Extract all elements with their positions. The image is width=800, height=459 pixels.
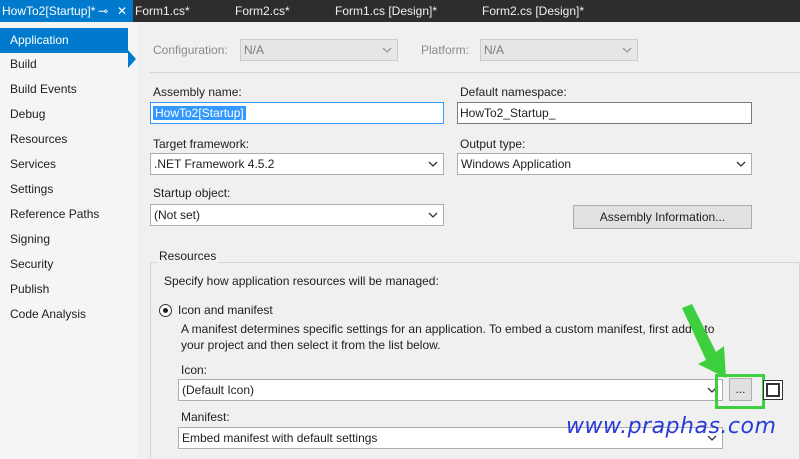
sidebar-item-resources[interactable]: Resources bbox=[0, 127, 137, 152]
sidebar: Application Build Build Events Debug Res… bbox=[0, 22, 137, 459]
sidebar-item-reference-paths[interactable]: Reference Paths bbox=[0, 202, 137, 227]
target-framework-value: .NET Framework 4.5.2 bbox=[154, 157, 275, 171]
assembly-name-input[interactable]: HowTo2[Startup] bbox=[150, 102, 444, 124]
pin-icon[interactable]: ⊸ bbox=[98, 0, 108, 22]
assembly-name-label: Assembly name: bbox=[153, 85, 242, 99]
icon-and-manifest-radio[interactable] bbox=[159, 304, 172, 317]
close-icon[interactable]: ✕ bbox=[117, 0, 127, 22]
startup-object-value: (Not set) bbox=[154, 208, 201, 222]
tab-project-properties[interactable]: HowTo2[Startup]* bbox=[0, 0, 133, 22]
sidebar-item-debug[interactable]: Debug bbox=[0, 102, 137, 127]
application-icon bbox=[766, 383, 780, 397]
default-namespace-input[interactable]: HowTo2_Startup_ bbox=[457, 102, 752, 124]
target-framework-label: Target framework: bbox=[153, 137, 250, 151]
icon-label: Icon: bbox=[181, 363, 208, 377]
assembly-information-button[interactable]: Assembly Information... bbox=[573, 205, 752, 229]
output-type-label: Output type: bbox=[460, 137, 526, 151]
chevron-down-icon bbox=[736, 161, 746, 167]
green-arrow-icon bbox=[682, 304, 726, 378]
platform-dropdown[interactable]: N/A bbox=[480, 39, 638, 61]
icon-value: (Default Icon) bbox=[182, 383, 255, 397]
platform-value: N/A bbox=[484, 43, 505, 57]
chevron-down-icon bbox=[428, 161, 438, 167]
sidebar-item-settings[interactable]: Settings bbox=[0, 177, 137, 202]
manifest-help-line2: your project and then select it from the… bbox=[181, 338, 441, 352]
resources-description: Specify how application resources will b… bbox=[164, 274, 439, 288]
tab-label: Form1.cs [Design]* bbox=[335, 4, 438, 18]
sidebar-item-services[interactable]: Services bbox=[0, 152, 137, 177]
watermark: www.praphas.com bbox=[566, 414, 777, 439]
manifest-help-line1: A manifest determines specific settings … bbox=[181, 322, 715, 336]
output-type-value: Windows Application bbox=[461, 157, 572, 171]
sidebar-item-build[interactable]: Build bbox=[0, 52, 137, 77]
manifest-label: Manifest: bbox=[181, 410, 230, 424]
icon-dropdown[interactable]: (Default Icon) bbox=[178, 379, 723, 401]
default-namespace-label: Default namespace: bbox=[460, 85, 567, 99]
sidebar-item-security[interactable]: Security bbox=[0, 252, 137, 277]
configuration-value: N/A bbox=[244, 43, 265, 57]
sidebar-item-application[interactable]: Application bbox=[0, 28, 128, 53]
chevron-down-icon bbox=[382, 47, 392, 53]
target-framework-dropdown[interactable]: .NET Framework 4.5.2 bbox=[150, 153, 444, 175]
application-properties-panel: Configuration: N/A Platform: N/A Assembl… bbox=[137, 22, 800, 459]
startup-object-label: Startup object: bbox=[153, 186, 231, 200]
chevron-down-icon bbox=[622, 47, 632, 53]
sidebar-item-publish[interactable]: Publish bbox=[0, 277, 137, 302]
configuration-label: Configuration: bbox=[153, 43, 228, 57]
document-tab-bar: HowTo2[Startup]* ⊸ ✕ Form1.cs* Form2.cs*… bbox=[0, 0, 800, 22]
tab-form1-cs[interactable]: Form1.cs* bbox=[135, 0, 190, 22]
default-namespace-value: HowTo2_Startup_ bbox=[460, 106, 556, 120]
sidebar-item-code-analysis[interactable]: Code Analysis bbox=[0, 302, 137, 327]
tab-label: Form1.cs* bbox=[135, 4, 190, 18]
chevron-down-icon bbox=[428, 212, 438, 218]
sidebar-item-build-events[interactable]: Build Events bbox=[0, 77, 137, 102]
tab-form2-design[interactable]: Form2.cs [Design]* bbox=[482, 0, 584, 22]
icon-and-manifest-label[interactable]: Icon and manifest bbox=[178, 303, 273, 317]
sidebar-item-signing[interactable]: Signing bbox=[0, 227, 137, 252]
output-type-dropdown[interactable]: Windows Application bbox=[457, 153, 752, 175]
startup-object-dropdown[interactable]: (Not set) bbox=[150, 204, 444, 226]
tab-form1-design[interactable]: Form1.cs [Design]* bbox=[335, 0, 437, 22]
configuration-dropdown[interactable]: N/A bbox=[240, 39, 398, 61]
icon-preview bbox=[763, 380, 783, 400]
assembly-name-value: HowTo2[Startup] bbox=[153, 106, 246, 120]
tab-label: Form2.cs [Design]* bbox=[482, 4, 585, 18]
manifest-value: Embed manifest with default settings bbox=[182, 431, 378, 445]
resources-section-title: Resources bbox=[157, 249, 219, 263]
tab-form2-cs[interactable]: Form2.cs* bbox=[235, 0, 290, 22]
tab-label: Form2.cs* bbox=[235, 4, 290, 18]
divider bbox=[150, 72, 800, 73]
platform-label: Platform: bbox=[421, 43, 470, 57]
tab-label: HowTo2[Startup]* bbox=[2, 4, 96, 18]
